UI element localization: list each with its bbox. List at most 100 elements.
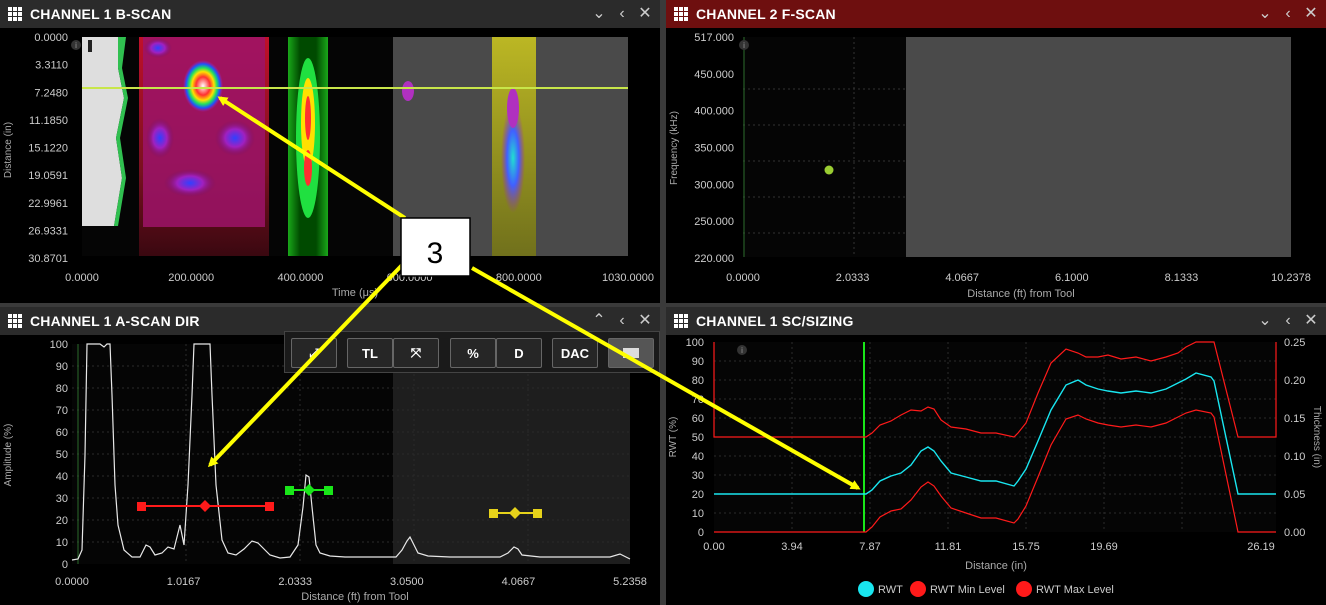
chevron-down-icon[interactable]: ⌄ — [1256, 4, 1274, 24]
grid-icon[interactable] — [8, 314, 22, 328]
tick-label: 3.3110 — [35, 60, 68, 72]
tl-button[interactable]: TL — [347, 338, 393, 368]
legend-label: RWT Max Level — [1036, 584, 1114, 596]
tick-label: 250.000 — [694, 216, 734, 228]
chevron-left-icon[interactable]: ‹ — [613, 4, 631, 24]
grid-icon[interactable] — [674, 314, 688, 328]
close-icon[interactable]: ✕ — [1302, 4, 1320, 24]
y-axis-label: Amplitude (%) — [3, 424, 14, 487]
tick-label: 0 — [62, 559, 68, 571]
tick-label: 70 — [692, 394, 704, 406]
x-axis-label: Distance (in) — [965, 560, 1027, 572]
d-button[interactable]: D — [496, 338, 542, 368]
tick-label: 0.00 — [703, 541, 724, 553]
tick-label: 3.94 — [781, 541, 802, 553]
tick-label: 90 — [692, 356, 704, 368]
tick-label: 70 — [56, 405, 68, 417]
tick-label: 0.0000 — [726, 272, 760, 284]
fullscreen-button[interactable]: ⤢ — [291, 338, 337, 368]
tick-label: 400.0000 — [277, 272, 323, 284]
tool-button[interactable]: ⤧ — [393, 338, 439, 368]
tick-label: 0.15 — [1284, 413, 1305, 425]
y-axis-label: Distance (in) — [3, 122, 14, 178]
y-axis-label: Frequency (kHz) — [669, 111, 680, 185]
pin-off-icon: ⤧ — [410, 345, 422, 360]
chevron-left-icon[interactable]: ‹ — [613, 311, 631, 331]
legend-swatch — [858, 581, 874, 597]
tick-label: 0.05 — [1284, 489, 1305, 501]
tick-label: 7.87 — [859, 541, 880, 553]
tick-label: 100 — [50, 339, 68, 351]
chevron-left-icon[interactable]: ‹ — [1279, 311, 1297, 331]
tick-label: 30 — [692, 470, 704, 482]
sizing-header: CHANNEL 1 SC/SIZING ⌄ ‹ ✕ — [666, 307, 1326, 335]
sizing-chart[interactable]: i 1009080706050403020100 0.250.200.150.1… — [666, 335, 1326, 605]
panel-title: CHANNEL 1 B-SCAN — [30, 6, 172, 22]
tick-label: 0.0000 — [65, 272, 99, 284]
tick-label: 200.0000 — [168, 272, 214, 284]
tick-label: 40 — [692, 451, 704, 463]
x-axis-label: Distance (ft) from Tool — [301, 591, 408, 603]
ascan-chart[interactable]: 1009080706050403020100 0.0000 1.0167 2.033… — [0, 335, 660, 605]
fscan-header: CHANNEL 2 F-SCAN ⌄ ‹ ✕ — [666, 0, 1326, 28]
tick-label: 0.20 — [1284, 375, 1305, 387]
tick-label: 22.9961 — [28, 198, 68, 210]
x-axis-label: Distance (ft) from Tool — [967, 288, 1074, 300]
bscan-header: CHANNEL 1 B-SCAN ⌄ ‹ ✕ — [0, 0, 660, 28]
sizing-panel: CHANNEL 1 SC/SIZING ⌄ ‹ ✕ i 100 90 80 70 60 5… — [666, 307, 1326, 605]
dac-button[interactable]: DAC — [552, 338, 598, 368]
tick-label: 100 — [686, 337, 704, 349]
tick-label: 600.0000 — [387, 272, 433, 284]
tick-label: 10 — [692, 508, 704, 520]
tick-label: 0.00 — [1284, 527, 1305, 539]
tick-label: 517.000 — [694, 32, 734, 44]
tick-label: 0.25 — [1284, 337, 1305, 349]
tick-label: 0.0000 — [34, 32, 68, 44]
panel-title: CHANNEL 1 SC/SIZING — [696, 313, 854, 329]
percent-button[interactable]: % — [450, 338, 496, 368]
chevron-down-icon[interactable]: ⌄ — [1256, 311, 1274, 331]
y-axis-label-right: Thickness (in) — [1311, 406, 1322, 468]
ascan-panel: CHANNEL 1 A-SCAN DIR ⌃ ‹ ✕ 100 90 80 70 60 50… — [0, 307, 660, 605]
fscan-data-point — [824, 165, 834, 175]
info-icon[interactable]: i — [743, 41, 745, 50]
tick-label: 11.1850 — [29, 115, 68, 127]
close-icon[interactable]: ✕ — [1302, 311, 1320, 331]
tick-label: 60 — [692, 413, 704, 425]
tick-label: 800.0000 — [496, 272, 542, 284]
info-icon[interactable]: i — [75, 41, 77, 50]
panel-title: CHANNEL 2 F-SCAN — [696, 6, 836, 22]
legend-swatch — [910, 581, 926, 597]
panel-title: CHANNEL 1 A-SCAN DIR — [30, 313, 200, 329]
tick-label: 1030.0000 — [602, 272, 654, 284]
tick-label: 50 — [56, 449, 68, 461]
tick-label: 220.000 — [694, 253, 734, 265]
info-icon[interactable]: i — [741, 346, 743, 355]
tick-label: 4.0667 — [502, 576, 536, 588]
chevron-up-icon[interactable]: ⌃ — [590, 311, 608, 331]
chevron-left-icon[interactable]: ‹ — [1279, 4, 1297, 24]
mail-button[interactable] — [608, 338, 654, 368]
tick-label: 40 — [56, 471, 68, 483]
tick-label: 450.000 — [694, 69, 734, 81]
grid-icon[interactable] — [674, 7, 688, 21]
close-icon[interactable]: ✕ — [636, 311, 654, 331]
tick-label: 26.9331 — [28, 225, 68, 237]
grid-icon[interactable] — [8, 7, 22, 21]
tick-label: 2.0333 — [836, 272, 870, 284]
fscan-chart[interactable]: i 517.000 450.000 400.000 350.000 300.000 250… — [666, 28, 1326, 303]
legend-label: RWT Min Level — [930, 584, 1005, 596]
y-axis-label-left: RWT (%) — [668, 417, 679, 458]
tick-label: 20 — [692, 489, 704, 501]
tick-label: 0.0000 — [55, 576, 89, 588]
chevron-down-icon[interactable]: ⌄ — [590, 4, 608, 24]
close-icon[interactable]: ✕ — [636, 4, 654, 24]
tick-label: 0 — [698, 527, 704, 539]
legend-label: RWT — [878, 584, 903, 596]
tick-label: 350.000 — [694, 143, 734, 155]
expand-icon: ⤢ — [309, 345, 319, 360]
bscan-chart[interactable]: i 0.0000 3.3110 7.2480 11.1850 15.1220 19.059… — [0, 28, 660, 303]
tick-label: 20 — [56, 515, 68, 527]
tick-label: 3.0500 — [390, 576, 424, 588]
tick-label: 4.0667 — [945, 272, 979, 284]
